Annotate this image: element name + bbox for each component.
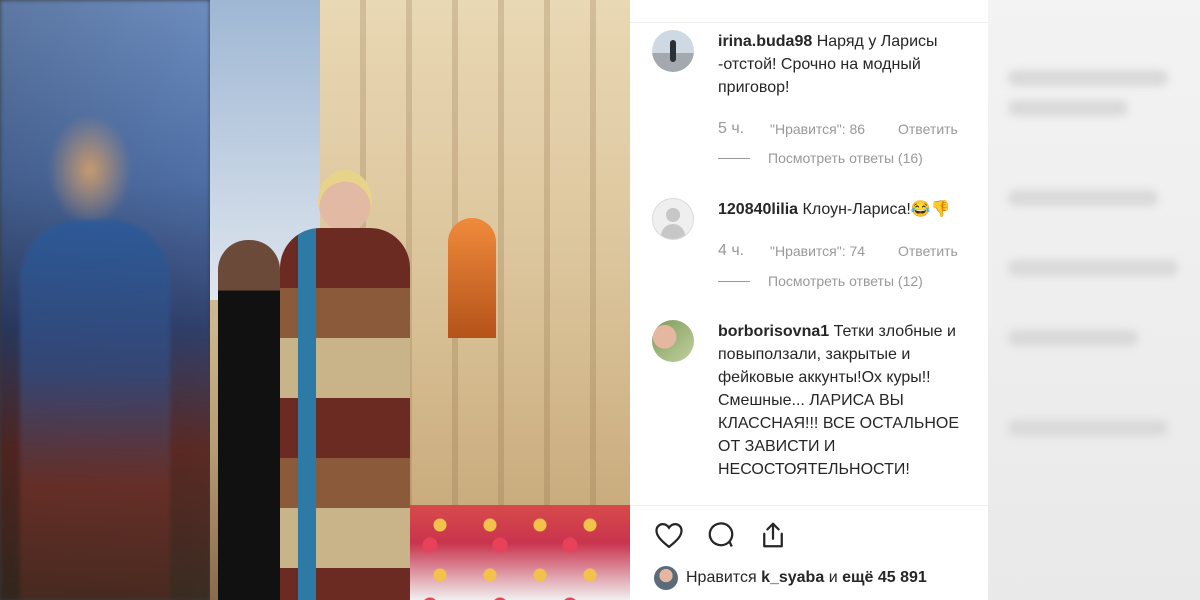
liker-username[interactable]: k_syaba xyxy=(761,569,824,587)
comment-meta: 5 ч. "Нравится": 86 Ответить xyxy=(718,120,958,138)
divider xyxy=(630,505,988,506)
avatar[interactable] xyxy=(652,30,694,72)
blurred-background-left xyxy=(0,0,210,600)
comment-meta: 4 ч. "Нравится": 74 Ответить xyxy=(718,242,958,260)
share-icon[interactable] xyxy=(756,518,790,552)
comment-username[interactable]: 120840lilia xyxy=(718,201,798,218)
replies-dash xyxy=(718,280,750,282)
likes-middle: и xyxy=(828,569,838,586)
likes-prefix: Нравится xyxy=(686,569,757,586)
view-replies-label: Посмотреть ответы (16) xyxy=(768,150,923,166)
likes-summary[interactable]: Нравится k_syaba и ещё 45 891 xyxy=(654,566,927,590)
comment-time: 4 ч. xyxy=(718,242,745,259)
comment-likes[interactable]: "Нравится": 86 xyxy=(770,121,898,137)
comment-username[interactable]: irina.buda98 xyxy=(718,33,812,50)
comment-likes[interactable]: "Нравится": 74 xyxy=(770,243,898,259)
comments-panel: irina.buda98 Наряд у Ларисы -отстой! Сро… xyxy=(630,0,988,600)
view-replies-link[interactable]: Посмотреть ответы (16) xyxy=(718,150,923,166)
view-replies-link[interactable]: Посмотреть ответы (12) xyxy=(718,273,923,289)
reply-button[interactable]: Ответить xyxy=(898,121,958,137)
comment-text: irina.buda98 Наряд у Ларисы -отстой! Сро… xyxy=(718,30,980,99)
comment-body: Клоун-Лариса!😂👎 xyxy=(802,201,951,218)
post-photo xyxy=(210,0,630,600)
view-replies-label: Посмотреть ответы (12) xyxy=(768,273,923,289)
heart-icon[interactable] xyxy=(652,518,686,552)
comment-time: 5 ч. xyxy=(718,120,745,137)
likes-count[interactable]: ещё 45 891 xyxy=(842,569,927,587)
comment-text: borborisovna1 Тетки злобные и повыползал… xyxy=(718,320,980,481)
comment-body: Тетки злобные и повыползали, закрытые и … xyxy=(718,323,960,478)
avatar[interactable] xyxy=(652,320,694,362)
liker-avatar xyxy=(654,566,678,590)
replies-dash xyxy=(718,157,750,159)
comment-text: 120840lilia Клоун-Лариса!😂👎 xyxy=(718,198,980,221)
post-actions xyxy=(652,518,790,552)
comment-icon[interactable] xyxy=(704,518,738,552)
blurred-background-right xyxy=(988,0,1200,600)
avatar[interactable] xyxy=(652,198,694,240)
reply-button[interactable]: Ответить xyxy=(898,243,958,259)
comment-username[interactable]: borborisovna1 xyxy=(718,323,829,340)
